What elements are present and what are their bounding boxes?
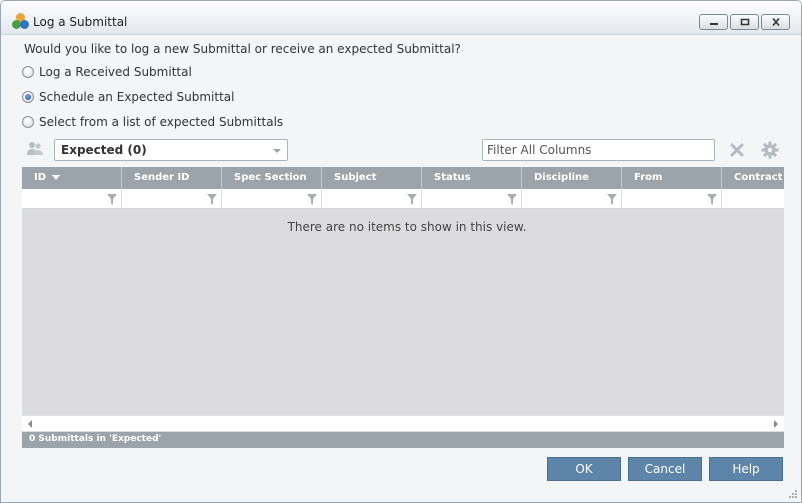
column-header-status[interactable]: Status bbox=[422, 167, 522, 189]
sort-desc-icon bbox=[52, 174, 61, 180]
funnel-icon[interactable] bbox=[407, 194, 417, 205]
minimize-button[interactable] bbox=[699, 14, 728, 30]
gear-icon[interactable] bbox=[761, 141, 779, 159]
funnel-icon[interactable] bbox=[307, 194, 317, 205]
radio-button[interactable] bbox=[22, 66, 34, 78]
prompt-question: Would you like to log a new Submittal or… bbox=[24, 42, 461, 56]
filter-all-columns-input[interactable] bbox=[482, 139, 715, 161]
selected-view: Expected (0) bbox=[61, 143, 147, 157]
column-header-contract[interactable]: Contract bbox=[722, 167, 784, 189]
empty-grid-message: There are no items to show in this view. bbox=[287, 220, 527, 234]
column-filter-cell[interactable] bbox=[222, 189, 322, 209]
column-header-from[interactable]: From bbox=[622, 167, 722, 189]
cancel-button[interactable]: Cancel bbox=[628, 457, 702, 481]
funnel-icon[interactable] bbox=[107, 194, 117, 205]
status-text: 0 Submittals in 'Expected' bbox=[29, 434, 162, 444]
restore-button[interactable] bbox=[730, 14, 759, 30]
funnel-icon[interactable] bbox=[607, 194, 617, 205]
scroll-right-icon[interactable] bbox=[774, 420, 778, 428]
column-header-spec-section[interactable]: Spec Section bbox=[222, 167, 322, 189]
column-filter-cell[interactable] bbox=[322, 189, 422, 209]
column-filter-cell[interactable] bbox=[622, 189, 722, 209]
column-header-sender-id[interactable]: Sender ID bbox=[122, 167, 222, 189]
option-schedule-expected[interactable]: Schedule an Expected Submittal bbox=[22, 89, 235, 105]
ok-button[interactable]: OK bbox=[547, 457, 621, 481]
funnel-icon[interactable] bbox=[707, 194, 717, 205]
clear-filter-icon[interactable] bbox=[729, 142, 745, 158]
column-filter-row bbox=[22, 189, 784, 209]
scroll-left-icon[interactable] bbox=[28, 420, 32, 428]
option-label: Schedule an Expected Submittal bbox=[39, 90, 235, 104]
radio-button-selected[interactable] bbox=[22, 91, 34, 103]
option-select-from-list[interactable]: Select from a list of expected Submittal… bbox=[22, 114, 283, 130]
grid-status-bar: 0 Submittals in 'Expected' bbox=[22, 432, 784, 448]
restore-icon bbox=[740, 18, 750, 26]
column-header-subject[interactable]: Subject bbox=[322, 167, 422, 189]
help-button[interactable]: Help bbox=[709, 457, 783, 481]
dialog-window: Log a Submittal Would you like to log a … bbox=[0, 0, 802, 503]
view-select-dropdown[interactable]: Expected (0) bbox=[54, 139, 288, 161]
resize-grip-icon[interactable] bbox=[788, 489, 798, 499]
minimize-icon bbox=[710, 23, 718, 25]
close-icon bbox=[772, 18, 780, 26]
option-log-received[interactable]: Log a Received Submittal bbox=[22, 64, 192, 80]
funnel-icon[interactable] bbox=[507, 194, 517, 205]
submittals-grid: ID Sender ID Spec Section Subject Status… bbox=[22, 167, 784, 448]
option-label: Select from a list of expected Submittal… bbox=[39, 115, 284, 129]
window-title: Log a Submittal bbox=[33, 15, 128, 29]
close-button[interactable] bbox=[761, 14, 790, 30]
horizontal-scrollbar[interactable] bbox=[22, 415, 784, 431]
column-filter-cell[interactable] bbox=[422, 189, 522, 209]
chevron-down-icon bbox=[273, 149, 281, 153]
dialog-body: Would you like to log a new Submittal or… bbox=[1, 36, 801, 502]
column-filter-cell[interactable] bbox=[22, 189, 122, 209]
grid-header: ID Sender ID Spec Section Subject Status… bbox=[22, 167, 784, 189]
app-logo-icon bbox=[12, 13, 29, 30]
option-label: Log a Received Submittal bbox=[39, 65, 192, 79]
column-header-id[interactable]: ID bbox=[22, 167, 122, 189]
column-filter-cell[interactable] bbox=[122, 189, 222, 209]
funnel-icon[interactable] bbox=[207, 194, 217, 205]
column-filter-cell[interactable] bbox=[522, 189, 622, 209]
radio-button[interactable] bbox=[22, 116, 34, 128]
column-filter-cell[interactable] bbox=[722, 189, 784, 209]
title-bar[interactable]: Log a Submittal bbox=[1, 1, 801, 35]
people-icon[interactable] bbox=[26, 140, 44, 158]
column-header-discipline[interactable]: Discipline bbox=[522, 167, 622, 189]
